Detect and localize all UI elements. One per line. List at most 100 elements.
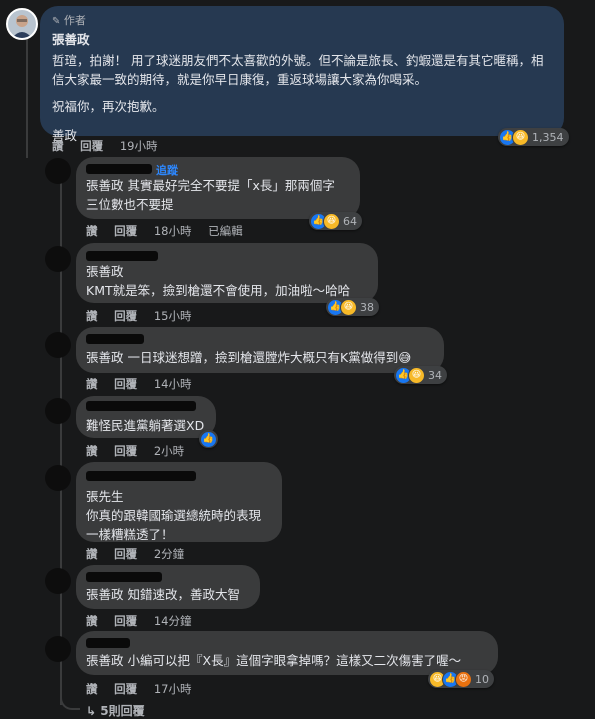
reply-button[interactable]: 回覆 [114,224,137,238]
timestamp[interactable]: 19小時 [120,139,158,153]
author-badge: 作者 [63,14,86,27]
reply-bubble: 張善政 一日球迷想蹭，撿到槍還膛炸大概只有K黨做得到😅 [76,327,444,373]
timestamp[interactable]: 2分鐘 [154,547,184,561]
timestamp[interactable]: 15小時 [154,309,192,323]
reply-button[interactable]: 回覆 [114,614,137,628]
comment-actions: 讚 回覆 17小時 [86,681,204,697]
avatar[interactable] [45,158,71,184]
reaction-count: 34 [428,368,442,382]
avatar[interactable] [45,568,71,594]
timestamp[interactable]: 2小時 [154,444,184,458]
reply-button[interactable]: 回覆 [114,309,137,323]
like-button[interactable]: 讚 [86,444,98,458]
pencil-icon: ✎ [52,16,61,27]
view-more-replies-link[interactable]: ↳ 5則回覆 [86,702,145,719]
reply-bubble: 張善政 KMT就是笨，撿到槍還不會使用，加油啦～哈哈 [76,243,378,303]
comment-text: KMT就是笨，撿到槍還不會使用，加油啦～哈哈 [86,283,351,298]
reaction-summary[interactable]: 👍 😆 1,354 [498,128,569,146]
redacted-name [86,638,130,648]
haha-icon: 😆 [408,366,425,384]
reply-bubble: 張善政 知錯速改，善政大智 [76,565,260,609]
reply-bubble: 追蹤 張善政 其實最好完全不要提「x長」那兩個字 三位數也不要提 [76,157,360,219]
redacted-name [86,572,162,582]
edited-label[interactable]: 已編輯 [208,224,243,238]
reaction-count: 1,354 [532,130,564,144]
comment-actions: 讚 回覆 18小時 已編輯 [86,223,256,239]
redacted-name [86,164,152,174]
comment-actions: 讚 回覆 15小時 [86,308,204,324]
thread-elbow [60,680,80,710]
reaction-count: 10 [475,672,489,686]
avatar[interactable] [45,398,71,424]
timestamp[interactable]: 17小時 [154,682,192,696]
like-button[interactable]: 讚 [86,377,98,391]
avatar[interactable] [45,246,71,272]
comment-text: 難怪民進黨躺著選XD [86,418,205,433]
reaction-summary[interactable]: 👍 😆 34 [394,366,447,384]
avatar[interactable] [45,636,71,662]
haha-icon: 😆 [323,212,340,230]
reply-bubble: 難怪民進黨躺著選XD [76,396,216,438]
like-icon: 👍 [200,430,217,448]
comment-text: 哲瑄，拍謝！ 用了球迷朋友們不太喜歡的外號。但不論是旅長、釣蝦還是有其它暱稱，相… [52,53,544,87]
comment-actions: 讚 回覆 2分鐘 [86,546,197,562]
redacted-name [86,251,158,261]
reply-arrow-icon: ↳ [86,704,97,718]
reaction-summary[interactable]: 👍 😆 64 [309,212,362,230]
timestamp[interactable]: 18小時 [154,224,192,238]
comment-text: 其實最好完全不要提「x長」那兩個字 [127,178,335,193]
reply-button[interactable]: 回覆 [114,547,137,561]
mention-tag[interactable]: 張善政 [86,587,124,602]
redacted-name [86,401,196,411]
like-button[interactable]: 讚 [86,309,98,323]
reply-bubble: 張善政 小編可以把『X長』這個字眼拿掉嗎？這樣又二次傷害了喔～ [76,631,498,675]
comment-text: 知錯速改，善政大智 [127,587,241,602]
comment-actions: 讚 回覆 14小時 [86,376,204,392]
thread-line [60,160,62,705]
comment-text: 小編可以把『X長』這個字眼拿掉嗎？這樣又二次傷害了喔～ [127,653,462,668]
mention-tag[interactable]: 張善政 [86,178,124,193]
avatar[interactable] [45,465,71,491]
redacted-name [86,471,196,481]
angry-icon: 😡 [455,670,472,688]
mention-tag[interactable]: 張善政 [86,653,124,668]
reaction-summary[interactable]: 😆 👍 😡 10 [428,670,494,688]
comment-actions: 讚 回覆 2小時 [86,443,197,459]
haha-icon: 😆 [512,128,529,146]
follow-link[interactable]: 追蹤 [156,162,178,178]
reply-button[interactable]: 回覆 [114,682,137,696]
comment-actions: 讚 回覆 19小時 [52,138,170,154]
author-comment-bubble: ✎ 作者 張善政 哲瑄，拍謝！ 用了球迷朋友們不太喜歡的外號。但不論是旅長、釣蝦… [40,6,564,143]
reply-bubble: 張先生 你真的跟韓國瑜選總統時的表現 一樣糟糕透了！ [76,462,282,542]
reaction-count: 64 [343,214,357,228]
timestamp[interactable]: 14分鐘 [154,614,192,628]
comment-text: 張先生 [86,489,124,504]
redacted-name [86,334,144,344]
author-avatar[interactable] [6,8,38,40]
reply-button[interactable]: 回覆 [80,139,103,153]
reaction-summary[interactable]: 👍 😆 38 [326,298,379,316]
like-button[interactable]: 讚 [86,682,98,696]
thread-line [26,38,28,158]
mention-tag[interactable]: 張善政 [86,262,368,281]
more-replies-label: 5則回覆 [100,704,145,718]
comment-text: 你真的跟韓國瑜選總統時的表現 [86,508,262,523]
comment-actions: 讚 回覆 14分鐘 [86,613,204,629]
author-name[interactable]: 張善政 [52,29,552,48]
like-button[interactable]: 讚 [86,547,98,561]
reaction-summary[interactable]: 👍 [199,430,218,448]
avatar[interactable] [45,332,71,358]
reply-button[interactable]: 回覆 [114,377,137,391]
comment-text: 一樣糟糕透了！ [86,527,174,542]
comment-text: 一日球迷想蹭，撿到槍還膛炸大概只有K黨做得到😅 [127,350,412,365]
like-button[interactable]: 讚 [86,614,98,628]
mention-tag[interactable]: 張善政 [86,350,124,365]
like-button[interactable]: 讚 [86,224,98,238]
reaction-count: 38 [360,300,374,314]
reply-button[interactable]: 回覆 [114,444,137,458]
timestamp[interactable]: 14小時 [154,377,192,391]
comment-text: 祝福你，再次抱歉。 [52,99,165,114]
like-button[interactable]: 讚 [52,139,64,153]
comment-text: 三位數也不要提 [86,197,174,212]
haha-icon: 😆 [340,298,357,316]
